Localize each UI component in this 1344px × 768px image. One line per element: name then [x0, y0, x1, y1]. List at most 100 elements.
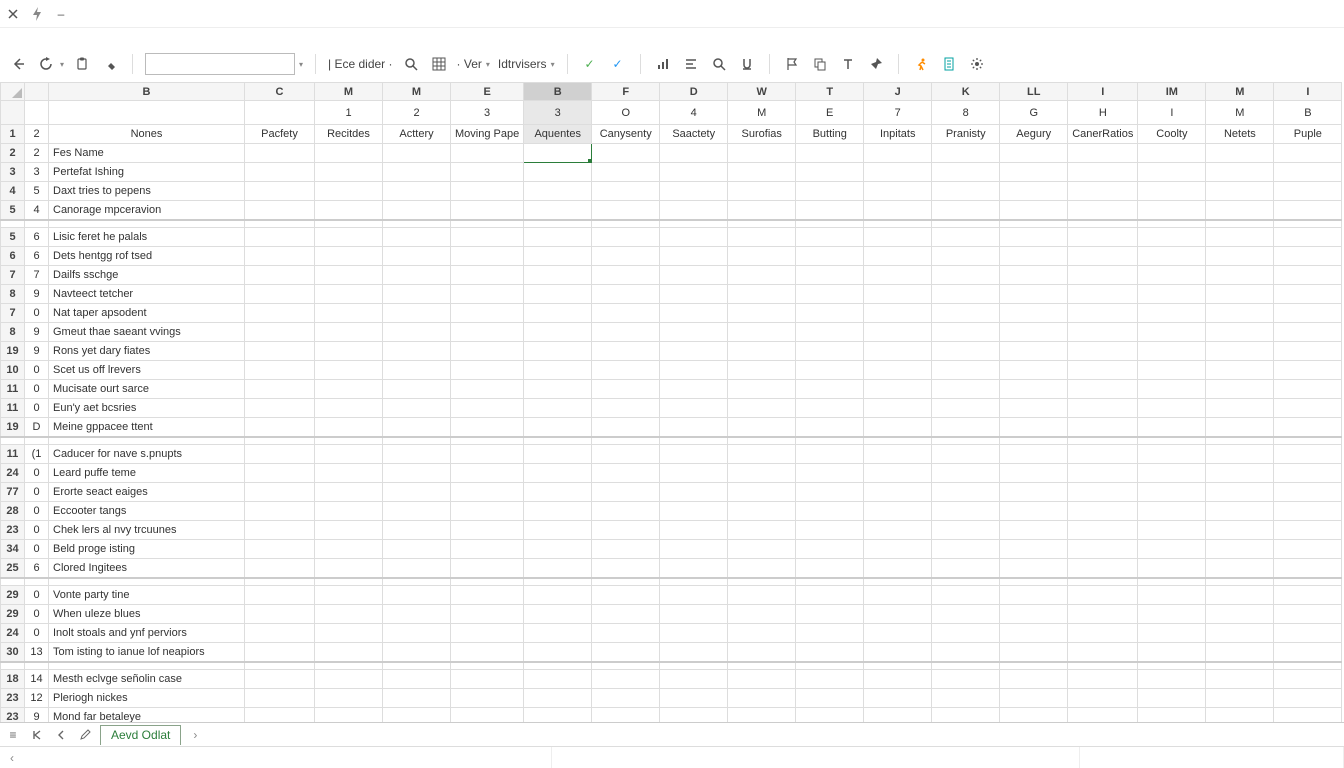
cell[interactable] — [245, 605, 315, 624]
cell[interactable] — [524, 418, 592, 437]
cell[interactable] — [1068, 708, 1138, 723]
cell[interactable] — [796, 586, 864, 605]
row-header[interactable]: 8 — [1, 323, 25, 342]
cell[interactable] — [1068, 266, 1138, 285]
cell[interactable] — [1206, 670, 1274, 689]
search-icon[interactable] — [401, 54, 421, 74]
cell[interactable] — [1138, 361, 1206, 380]
cell[interactable] — [524, 399, 592, 418]
cell[interactable] — [245, 586, 315, 605]
cell[interactable] — [451, 624, 524, 643]
cell[interactable] — [1206, 586, 1274, 605]
cell[interactable] — [524, 144, 592, 163]
cell[interactable] — [1206, 521, 1274, 540]
cell[interactable] — [245, 521, 315, 540]
cell[interactable] — [1206, 464, 1274, 483]
cell[interactable]: Tom isting to ianue lof neapiors — [49, 643, 245, 662]
cell[interactable] — [728, 304, 796, 323]
cell[interactable]: (1 — [25, 445, 49, 464]
row-header[interactable]: 24 — [1, 624, 25, 643]
column-title-cell[interactable]: Canysenty — [592, 125, 660, 144]
align-icon[interactable] — [681, 54, 701, 74]
cell[interactable] — [245, 670, 315, 689]
cell[interactable] — [728, 445, 796, 464]
cell[interactable]: 0 — [25, 624, 49, 643]
column-header[interactable]: F — [592, 83, 660, 101]
cell[interactable] — [728, 483, 796, 502]
cell[interactable] — [864, 342, 932, 361]
cell[interactable] — [245, 708, 315, 723]
cell[interactable] — [1068, 399, 1138, 418]
cell[interactable] — [932, 342, 1000, 361]
cell[interactable] — [524, 266, 592, 285]
cell[interactable] — [932, 643, 1000, 662]
cell[interactable] — [383, 285, 451, 304]
cell[interactable] — [1000, 643, 1068, 662]
cell[interactable]: 8 — [932, 101, 1000, 125]
cell[interactable] — [660, 624, 728, 643]
cell[interactable] — [383, 643, 451, 662]
cell[interactable] — [1206, 323, 1274, 342]
cell[interactable]: 0 — [25, 380, 49, 399]
cell[interactable] — [1068, 689, 1138, 708]
cell[interactable] — [315, 247, 383, 266]
cell[interactable] — [592, 689, 660, 708]
cell[interactable] — [592, 445, 660, 464]
cell[interactable] — [315, 304, 383, 323]
cell[interactable]: G — [1000, 101, 1068, 125]
cell[interactable] — [932, 624, 1000, 643]
row-header[interactable]: 24 — [1, 464, 25, 483]
cell[interactable] — [932, 670, 1000, 689]
cell[interactable] — [728, 361, 796, 380]
spreadsheet-grid[interactable]: BCMMEBFDWTJKLLIIMMI1233O4ME78GHIMB12None… — [0, 82, 1344, 722]
column-title-cell[interactable]: Inpitats — [864, 125, 932, 144]
cell[interactable] — [1274, 502, 1342, 521]
cell[interactable] — [796, 361, 864, 380]
cell[interactable] — [592, 247, 660, 266]
cell[interactable] — [1274, 540, 1342, 559]
tabs-first-icon[interactable] — [28, 726, 46, 744]
name-box[interactable] — [145, 53, 295, 75]
cell[interactable]: Lisic feret he palals — [49, 228, 245, 247]
cell[interactable] — [1274, 304, 1342, 323]
cell[interactable] — [864, 586, 932, 605]
cell[interactable]: Caducer for nave s.pnupts — [49, 445, 245, 464]
cell[interactable] — [728, 182, 796, 201]
cell[interactable] — [932, 361, 1000, 380]
cell[interactable] — [524, 540, 592, 559]
cell[interactable]: 2 — [25, 144, 49, 163]
cell[interactable] — [245, 643, 315, 662]
cell[interactable] — [932, 521, 1000, 540]
row-header[interactable]: 5 — [1, 228, 25, 247]
cell[interactable] — [660, 163, 728, 182]
cell[interactable] — [864, 605, 932, 624]
cell[interactable]: 0 — [25, 361, 49, 380]
cell[interactable] — [796, 624, 864, 643]
cell[interactable] — [932, 201, 1000, 220]
cell[interactable] — [1068, 559, 1138, 578]
cell[interactable] — [728, 624, 796, 643]
cell[interactable] — [864, 228, 932, 247]
cell[interactable] — [1138, 521, 1206, 540]
cell[interactable] — [660, 502, 728, 521]
cell[interactable] — [1138, 304, 1206, 323]
column-title-cell[interactable]: Butting — [796, 125, 864, 144]
cell[interactable] — [524, 247, 592, 266]
cell[interactable] — [245, 228, 315, 247]
cell[interactable] — [451, 418, 524, 437]
cell[interactable]: Inolt stoals and ynf perviors — [49, 624, 245, 643]
cell[interactable] — [660, 201, 728, 220]
cell[interactable]: 0 — [25, 586, 49, 605]
cell[interactable]: Gmeut thae saeant vvings — [49, 323, 245, 342]
cell[interactable] — [728, 708, 796, 723]
cell[interactable] — [932, 182, 1000, 201]
cell[interactable] — [451, 361, 524, 380]
cell[interactable] — [524, 708, 592, 723]
lat-label[interactable]: Idtrvisers — [498, 57, 547, 71]
cell[interactable] — [932, 304, 1000, 323]
cell[interactable] — [315, 201, 383, 220]
column-title-cell[interactable]: Coolty — [1138, 125, 1206, 144]
column-title-cell[interactable]: Netets — [1206, 125, 1274, 144]
cell[interactable] — [932, 163, 1000, 182]
cell[interactable] — [1138, 559, 1206, 578]
